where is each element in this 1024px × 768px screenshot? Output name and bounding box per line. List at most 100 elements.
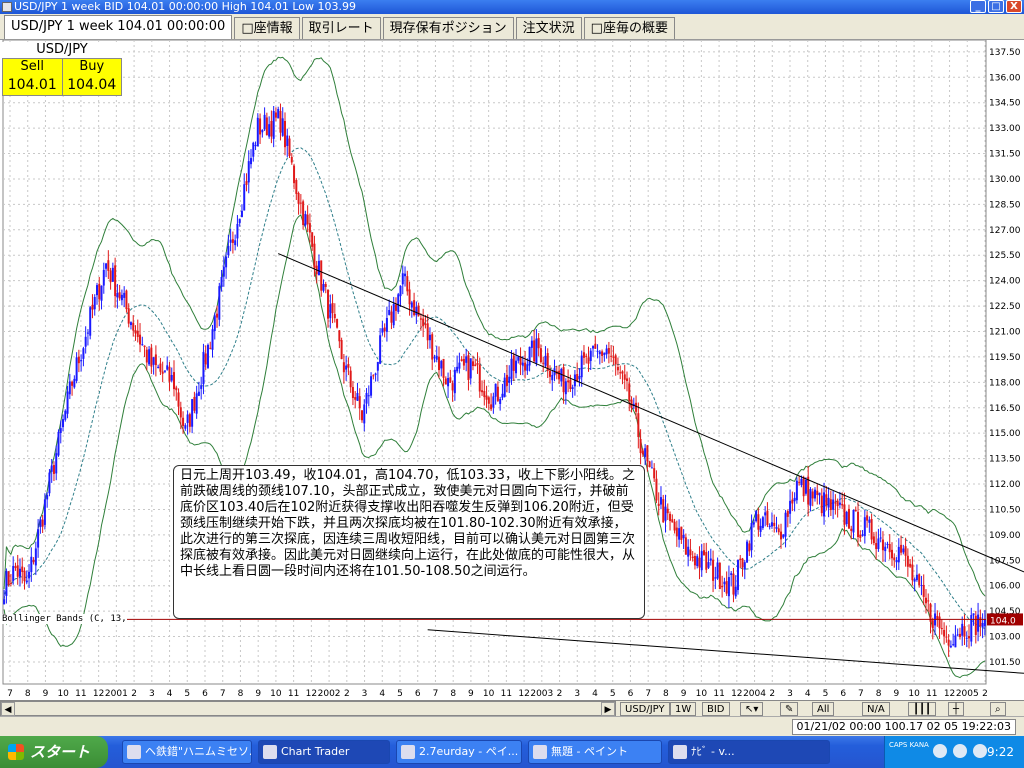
candle-body	[211, 329, 214, 350]
close-button[interactable]: X	[1006, 0, 1022, 13]
taskbar-item-label: 無題 - ペイント	[551, 745, 628, 758]
candle-body	[413, 300, 416, 316]
candle-body	[9, 582, 12, 584]
candle-body	[317, 260, 320, 276]
candle-body	[383, 327, 386, 332]
maximize-button[interactable]: □	[988, 0, 1004, 13]
candle-body	[922, 584, 925, 597]
zoom-icon[interactable]: ⌕	[990, 702, 1006, 716]
candle-body	[823, 492, 826, 517]
taskbar-item-label: ﾅﾋﾞ - v...	[691, 745, 735, 758]
taskbar-item-1[interactable]: ヘ鉄錯"ハニムミセソハ...	[122, 740, 252, 764]
candle-body	[612, 356, 615, 358]
security-icon[interactable]	[973, 744, 987, 758]
candle-body	[435, 355, 438, 360]
taskbar-item-paint-2[interactable]: 無題 - ペイント	[528, 740, 662, 764]
candle-body	[703, 550, 706, 555]
candle-body	[372, 375, 375, 377]
scroll-right-icon[interactable]: ▶	[601, 702, 615, 716]
tab-chart[interactable]: USD/JPY 1 week 104.01 00:00:00	[4, 15, 233, 39]
x-tick-label: 6	[202, 689, 208, 699]
candle-body	[265, 117, 268, 136]
tab-account-summary[interactable]: □座毎の概要	[583, 17, 675, 39]
timeframe-button[interactable]: 1W	[670, 702, 697, 716]
taskbar-item-navi[interactable]: ﾅﾋﾞ - v...	[668, 740, 830, 764]
network-icon[interactable]	[953, 744, 967, 758]
candle-body	[195, 393, 198, 414]
system-tray: CAPS KANA 9:22	[884, 736, 1024, 768]
candle-body	[154, 354, 157, 366]
window-controls: _ □ X	[970, 0, 1022, 13]
window-title: USD/JPY 1 week BID 104.01 00:00:00 High …	[14, 0, 357, 13]
candle-body	[238, 218, 241, 224]
candle-body	[539, 348, 542, 363]
chart-area[interactable]: 137.50 136.00 134.50 133.00 131.50 130.00 128.…	[0, 40, 1024, 700]
x-tick-label: 2004	[743, 689, 766, 699]
candle-body	[981, 623, 984, 628]
status-datetime: 01/21/02 00:00 100.17 02 05 19:22:03	[791, 719, 1016, 735]
x-tick-label: 6	[840, 689, 846, 699]
candle-body	[487, 397, 490, 404]
tab-order-status[interactable]: 注文状況	[515, 17, 582, 39]
candle-body	[510, 358, 513, 379]
bid-button[interactable]: BID	[702, 702, 730, 716]
candle-body	[28, 571, 31, 579]
candle-body	[288, 138, 291, 157]
candle-body	[424, 323, 427, 325]
y-tick-label: 113.50	[989, 455, 1021, 465]
cursor-tool-icon[interactable]: ↖▾	[740, 702, 764, 716]
candle-body	[336, 318, 339, 328]
candle-body	[691, 556, 694, 559]
drawing-tool-icon[interactable]: ✎	[780, 702, 799, 716]
sell-column[interactable]: Sell 104.01	[3, 59, 62, 95]
candle-body	[62, 419, 65, 428]
window-title-bar[interactable]: USD/JPY 1 week BID 104.01 00:00:00 High …	[0, 0, 1024, 14]
chart-scrollbar[interactable]: ◀ ▶	[0, 701, 616, 716]
candle-body	[761, 517, 764, 528]
candle-body	[483, 390, 486, 398]
candle-body	[401, 273, 404, 285]
bar-chart-icon[interactable]: ┃┃┃	[908, 702, 937, 716]
taskbar-item-chart-trader[interactable]: Chart Trader	[258, 740, 390, 764]
candle-body	[972, 613, 975, 616]
candle-body	[360, 410, 363, 421]
candle-body	[270, 121, 273, 137]
all-button[interactable]: All	[812, 702, 835, 716]
crosshair-icon[interactable]: ┼	[948, 702, 965, 716]
na-button[interactable]: N/A	[862, 702, 890, 716]
candle-body	[596, 350, 599, 352]
candle-body	[918, 574, 921, 586]
candle-body	[544, 355, 547, 366]
candle-body	[50, 465, 53, 472]
candle-body	[915, 574, 918, 581]
candle-body	[236, 223, 239, 239]
y-tick-label: 137.50	[989, 48, 1021, 58]
tab-open-positions[interactable]: 現存保有ポジション	[382, 17, 514, 39]
candle-body	[752, 522, 755, 525]
candle-body	[548, 370, 551, 377]
candle-body	[589, 350, 592, 362]
buy-column[interactable]: Buy 104.04	[61, 59, 122, 95]
candle-body	[168, 366, 171, 382]
x-tick-label: 11	[926, 689, 937, 699]
taskbar-item-paint-1[interactable]: 2.7eurday - ペイ...	[396, 740, 522, 764]
candle-body	[897, 546, 900, 563]
x-tick-label: 5	[184, 689, 190, 699]
paint-icon	[533, 745, 547, 759]
candle-body	[705, 552, 708, 570]
candle-body	[7, 571, 10, 585]
tab-account-info[interactable]: □座情報	[234, 17, 300, 39]
candle-body	[605, 348, 608, 355]
scroll-left-icon[interactable]: ◀	[1, 702, 15, 716]
candle-body	[571, 387, 574, 390]
minimize-button[interactable]: _	[970, 0, 986, 13]
x-tick-label: 8	[876, 689, 882, 699]
volume-icon[interactable]	[933, 744, 947, 758]
start-button[interactable]: スタート	[0, 736, 108, 768]
candle-body	[884, 546, 887, 552]
tab-trade-rate[interactable]: 取引レート	[301, 17, 381, 39]
x-tick-label: 10	[57, 689, 69, 699]
candle-body	[825, 494, 828, 506]
symbol-button[interactable]: USD/JPY	[620, 702, 670, 716]
candle-body	[213, 315, 216, 332]
